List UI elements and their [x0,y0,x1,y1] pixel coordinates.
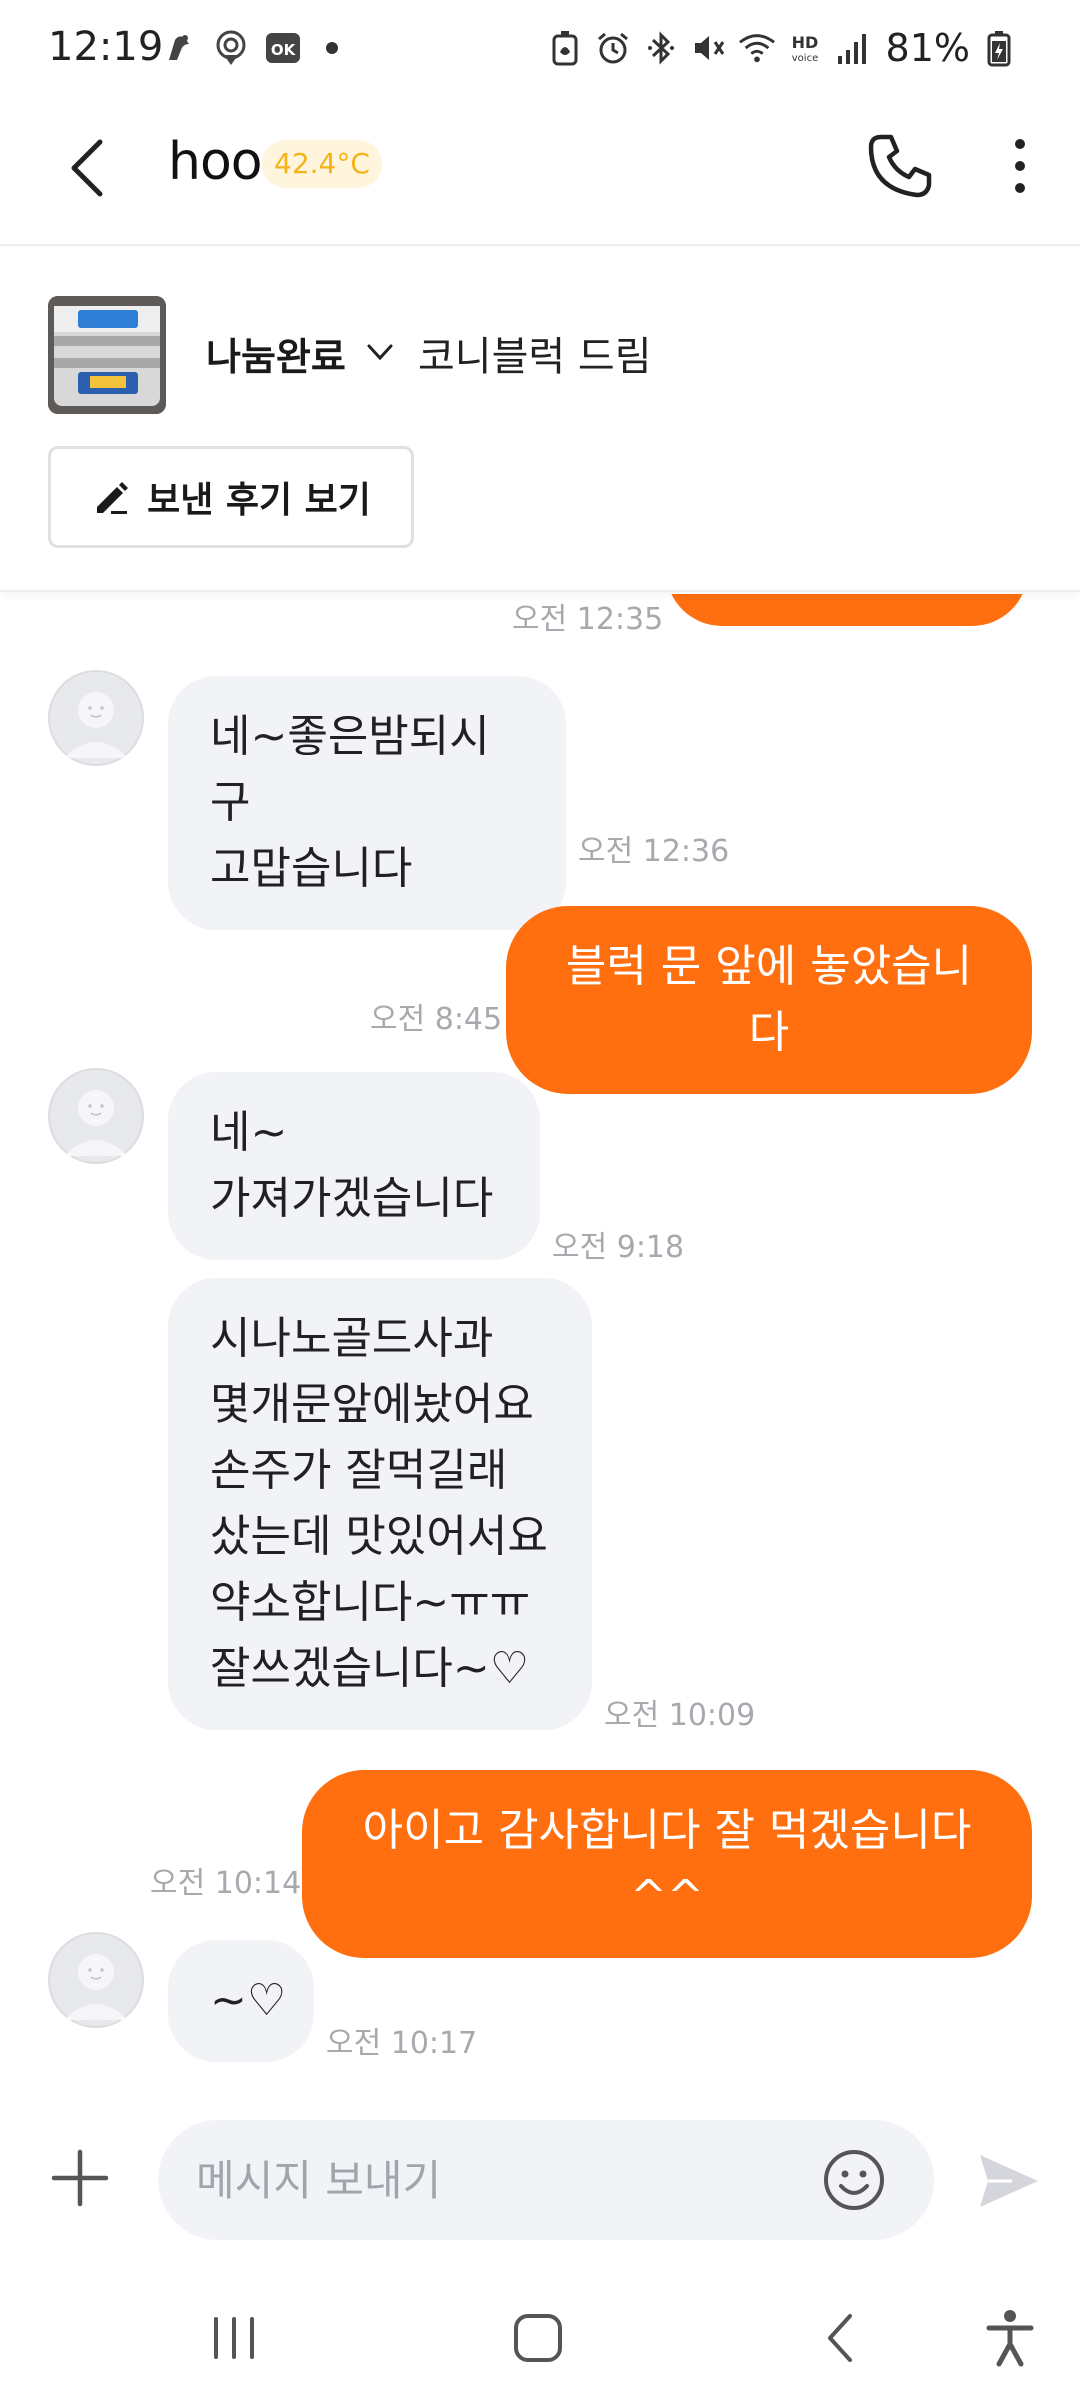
mute-icon [690,29,728,67]
pencil-icon [97,482,129,514]
karrot-notification-icon [160,29,198,67]
nav-back-button[interactable] [790,2298,890,2378]
status-bar: 12:19 OK HD voice 81% [0,0,1080,100]
product-info-bar: 나눔완료 코니블럭 드림 보낸 후기 보기 [0,248,1080,592]
recent-apps-button[interactable] [184,2298,284,2378]
svg-text:HD: HD [791,33,818,52]
message-bubble-incoming[interactable]: 네~좋은밤되시구 고맙습니다 [168,676,566,930]
chat-header: hoo 42.4°C [0,100,1080,246]
message-time: 오전 12:35 [512,602,664,637]
message-time: 오전 9:18 [552,1230,685,1265]
manner-temperature-badge[interactable]: 42.4°C [262,140,382,188]
status-right-icons: HD voice 81% [546,22,1018,74]
message-time: 오전 12:36 [578,834,730,869]
signal-icon [834,29,872,67]
chat-screen: 12:19 OK HD voice 81% hoo 42.4°C 나눔완료 코니… [0,0,1080,2400]
emoji-icon[interactable] [822,2148,886,2212]
battery-icon [980,29,1018,67]
message-time: 오전 10:14 [150,1866,302,1901]
svg-text:OK: OK [271,41,297,59]
call-button[interactable] [860,126,940,206]
message-input-container [158,2120,934,2240]
message-bubble-incoming[interactable]: ~♡ [168,1940,314,2062]
accessibility-icon [986,2310,1034,2367]
status-left-icons: OK [160,24,338,72]
message-time: 오전 8:45 [370,1002,503,1037]
message-composer [0,2086,1080,2276]
home-icon [514,2314,562,2362]
partner-nickname[interactable]: hoo [168,132,263,192]
product-thumbnail[interactable] [48,296,166,414]
arrow-left-icon [71,139,103,197]
battery-saver-icon [546,29,584,67]
wifi-icon [738,29,776,67]
nav-back-icon [828,2314,852,2362]
message-bubble-outgoing[interactable]: 아이고 감사합니다 잘 먹겠습니다^^ [302,1770,1032,1958]
message-time: 오전 10:17 [326,2026,478,2061]
alarm-icon [594,29,632,67]
more-vertical-icon [1015,139,1025,193]
accessibility-button[interactable] [960,2298,1060,2378]
bluetooth-icon [642,29,680,67]
message-time: 오전 10:09 [604,1698,756,1733]
attach-button[interactable] [40,2138,120,2218]
send-button[interactable] [970,2142,1048,2220]
trade-status[interactable]: 나눔완료 [206,326,346,381]
chevron-down-icon[interactable] [362,334,398,370]
notification-dot [326,42,338,54]
home-button[interactable] [488,2298,588,2378]
back-button[interactable] [48,128,128,208]
send-icon [980,2155,1038,2207]
message-list: 오전 12:35 네~좋은밤되시구 고맙습니다 오전 12:36 블럭 문 앞에… [0,594,1080,2086]
message-bubble-outgoing[interactable] [666,594,1028,626]
status-time: 12:19 [48,24,164,70]
partner-avatar[interactable] [48,1068,144,1164]
ok-cashbag-icon: OK [264,29,302,67]
partner-avatar[interactable] [48,670,144,766]
more-options-button[interactable] [990,126,1050,206]
product-title[interactable]: 코니블럭 드림 [418,324,652,382]
battery-percent: 81% [885,26,970,70]
message-bubble-incoming[interactable]: 네~ 가져가겠습니다 [168,1072,540,1260]
message-bubble-outgoing[interactable]: 블럭 문 앞에 놓았습니다 [506,906,1032,1094]
svg-text:voice: voice [791,53,817,64]
recent-apps-icon [214,2317,254,2359]
hd-voice-icon: HD voice [786,29,824,67]
message-bubble-incoming[interactable]: 시나노골드사과 몇개문앞에놨어요 손주가 잘먹길래 샀는데 맛있어서요 약소합니… [168,1278,592,1730]
location-pin-icon [212,29,250,67]
partner-avatar[interactable] [48,1932,144,2028]
phone-icon [868,134,932,198]
view-sent-review-button[interactable]: 보낸 후기 보기 [48,446,414,548]
review-button-label: 보낸 후기 보기 [147,480,371,521]
plus-icon [51,2149,109,2207]
message-input[interactable] [196,2120,816,2240]
system-nav-bar [0,2276,1080,2400]
